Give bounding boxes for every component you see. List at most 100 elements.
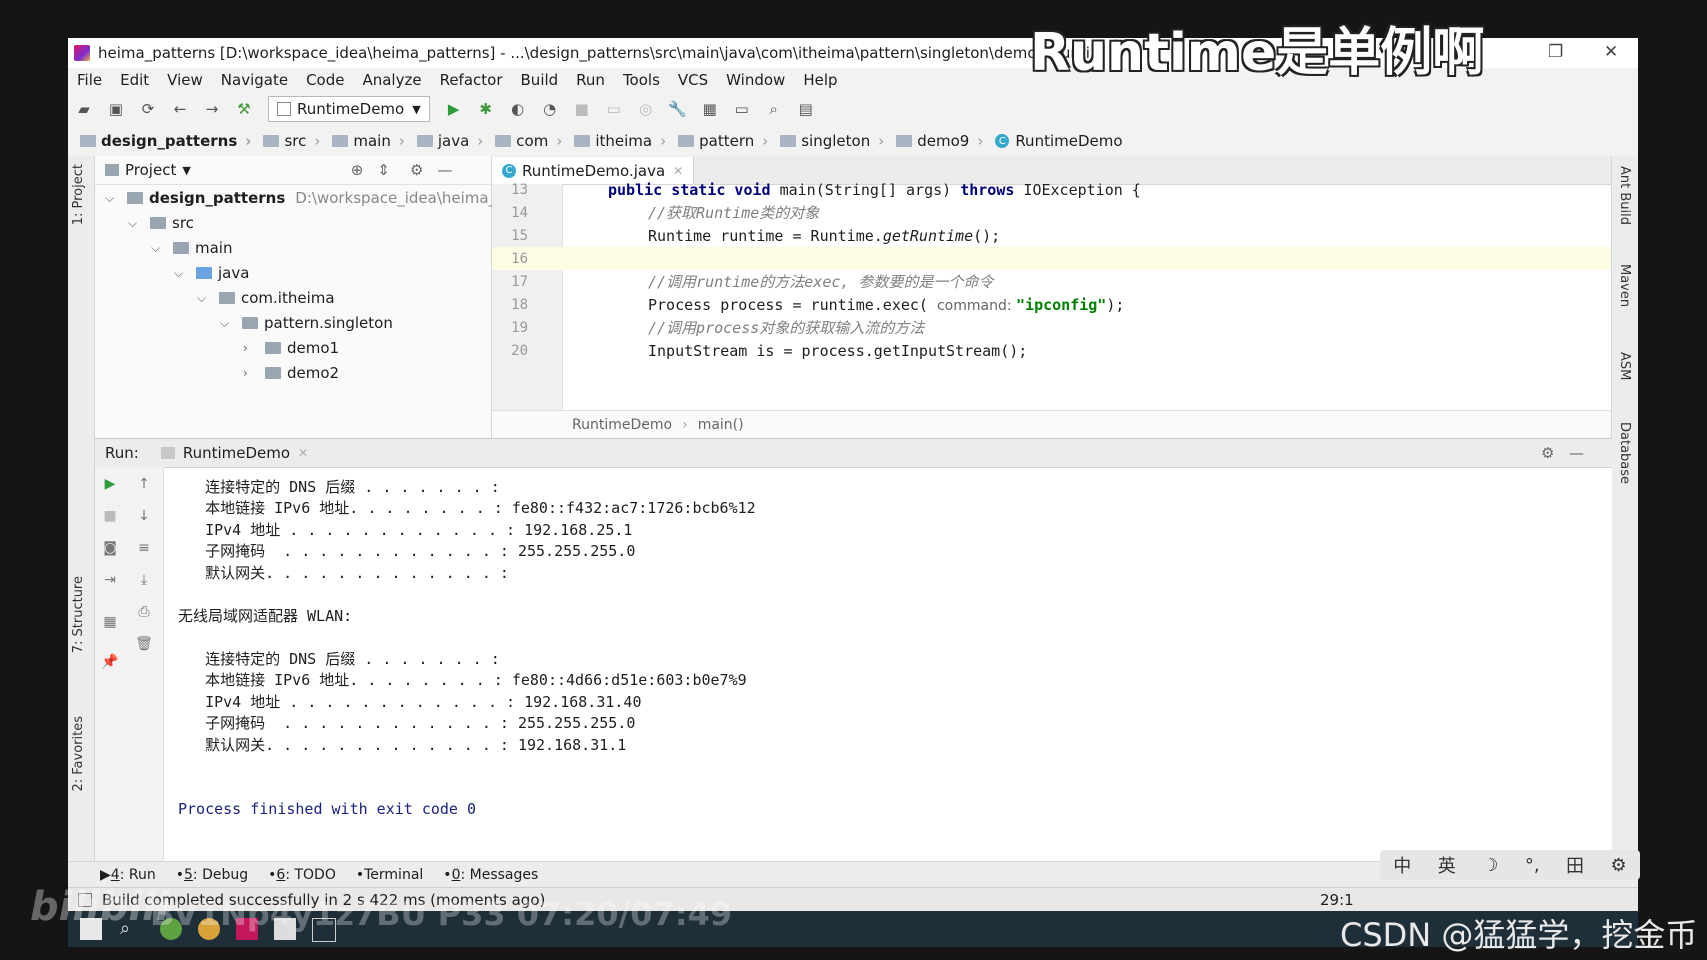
menu-build[interactable]: Build	[512, 71, 568, 89]
bottom-tab-terminal[interactable]: • Terminal	[356, 867, 423, 883]
project-structure-icon[interactable]: ▦	[701, 100, 719, 118]
tree-node[interactable]: ⌵ com.itheima	[197, 286, 335, 310]
scroll-to-end-icon[interactable]: ⤓	[135, 571, 153, 589]
restore-window-icon[interactable]: ❐	[1548, 42, 1563, 62]
ime-button[interactable]: 英	[1438, 852, 1456, 878]
update-icon[interactable]: ◎	[637, 100, 655, 118]
breadcrumb-item[interactable]: com ›	[495, 132, 562, 150]
bottom-tab-todo[interactable]: • 6: TODO	[268, 867, 336, 883]
chevron-down-icon[interactable]: ⌵	[197, 291, 209, 306]
tree-node[interactable]: ⌵ java	[174, 261, 249, 285]
breadcrumb-item[interactable]: singleton ›	[780, 132, 884, 150]
code-line[interactable]: 13 public static void main(String[] args)…	[492, 178, 1612, 201]
code-line[interactable]: 19 //调用process对象的获取输入流的方法	[492, 316, 1612, 339]
pin-icon[interactable]: 📌	[101, 653, 119, 671]
bottom-tab-run[interactable]: ▶ 4: Run	[100, 867, 156, 883]
tree-node[interactable]: ⌵ src	[128, 211, 194, 235]
breadcrumb-item[interactable]: pattern ›	[678, 132, 768, 150]
ime-button[interactable]: °,	[1525, 855, 1540, 876]
stop-icon[interactable]: ■	[573, 100, 591, 118]
close-tab-icon[interactable]: ✕	[673, 164, 683, 178]
breadcrumb-item[interactable]: java ›	[416, 132, 483, 150]
trash-icon[interactable]: 🗑	[135, 635, 153, 653]
project-side-tab[interactable]: 1: Project	[71, 164, 86, 225]
menu-file[interactable]: File	[68, 71, 111, 89]
collapse-all-icon[interactable]: ⇕	[377, 161, 390, 179]
scroll-up-icon[interactable]: ↑	[135, 475, 153, 493]
code-line[interactable]: 14 //获取Runtime类的对象	[492, 201, 1612, 224]
favorites-side-tab[interactable]: 2: Favorites	[71, 716, 86, 792]
settings-wrench-icon[interactable]: 🔧	[668, 100, 687, 118]
project-panel-title[interactable]: Project	[125, 161, 176, 179]
ime-button[interactable]: ⚙	[1611, 855, 1627, 876]
ime-button[interactable]: ☽	[1482, 855, 1498, 876]
profile-icon[interactable]: ◔	[541, 100, 559, 118]
bottom-tab-debug[interactable]: • 5: Debug	[176, 867, 248, 883]
exit-icon[interactable]: ⇥	[101, 571, 119, 589]
menu-navigate[interactable]: Navigate	[212, 71, 297, 89]
attach-icon[interactable]: ▭	[605, 100, 623, 118]
menu-analyze[interactable]: Analyze	[353, 71, 430, 89]
menu-view[interactable]: View	[158, 71, 212, 89]
search-icon[interactable]: ⌕	[765, 100, 783, 118]
menu-vcs[interactable]: VCS	[669, 71, 717, 89]
vcs-icon[interactable]: ▤	[797, 100, 815, 118]
chevron-down-icon[interactable]: ⌵	[128, 216, 140, 231]
close-window-icon[interactable]: ✕	[1604, 42, 1618, 62]
debug-icon[interactable]: ✱	[477, 100, 495, 118]
tree-node[interactable]: ⌵ main	[151, 236, 232, 260]
terminal-icon[interactable]: ▭	[733, 100, 751, 118]
build-hammer-icon[interactable]: ⚒	[235, 100, 253, 118]
menu-code[interactable]: Code	[297, 71, 353, 89]
ime-button[interactable]: 田	[1566, 852, 1584, 878]
run-tab-runtimedemo[interactable]: RuntimeDemo	[183, 444, 290, 462]
breadcrumb-item[interactable]: src ›	[263, 132, 320, 150]
code-line[interactable]: 18 Process process = runtime.exec( comman…	[492, 293, 1612, 316]
ime-button[interactable]: 中	[1393, 852, 1411, 878]
chevron-down-icon[interactable]: ⌵	[220, 316, 232, 331]
chevron-right-icon[interactable]: ›	[243, 366, 255, 380]
camera-icon[interactable]: ◙	[101, 539, 119, 557]
scroll-down-icon[interactable]: ↓	[135, 507, 153, 525]
code-line[interactable]: 20 InputStream is = process.getInputStrea…	[492, 339, 1612, 362]
breadcrumb-item[interactable]: demo9 ›	[896, 132, 983, 150]
gear-icon[interactable]: ⚙	[1541, 444, 1554, 462]
rerun-icon[interactable]: ▶	[101, 475, 119, 493]
menu-window[interactable]: Window	[717, 71, 794, 89]
menu-edit[interactable]: Edit	[111, 71, 158, 89]
menu-help[interactable]: Help	[794, 71, 846, 89]
tree-node[interactable]: ⌵ design_patterns D:\workspace_idea\heima_…	[105, 186, 536, 210]
stop-icon[interactable]: ■	[101, 507, 119, 525]
breadcrumb-item[interactable]: design_patterns ›	[80, 132, 251, 150]
code-line[interactable]: 16	[492, 247, 1612, 270]
chevron-right-icon[interactable]: ›	[243, 341, 255, 355]
coverage-icon[interactable]: ◐	[509, 100, 527, 118]
chevron-down-icon[interactable]: ▼	[182, 164, 190, 177]
locate-icon[interactable]: ⊕	[351, 161, 364, 179]
editor-crumb-class[interactable]: RuntimeDemo	[572, 417, 672, 433]
ant-build-side-tab[interactable]: Ant Build	[1617, 166, 1632, 225]
editor-crumb-method[interactable]: main()	[698, 417, 744, 433]
save-all-icon[interactable]: ▣	[107, 100, 125, 118]
code-line[interactable]: 17 //调用runtime的方法exec, 参数要的是一个命令	[492, 270, 1612, 293]
breadcrumb-item[interactable]: C RuntimeDemo	[995, 132, 1123, 150]
close-tab-icon[interactable]: ✕	[298, 446, 308, 460]
sync-icon[interactable]: ⟳	[139, 100, 157, 118]
maven-side-tab[interactable]: Maven	[1617, 264, 1632, 307]
menu-refactor[interactable]: Refactor	[431, 71, 512, 89]
console-output[interactable]: 连接特定的 DNS 后缀 . . . . . . . : 本地链接 IPv6 地…	[178, 467, 1578, 862]
cursor-position[interactable]: 29:1	[1320, 891, 1354, 909]
minimize-icon[interactable]: —	[1569, 444, 1584, 462]
menu-tools[interactable]: Tools	[614, 71, 669, 89]
forward-arrow-icon[interactable]: →	[203, 100, 221, 118]
bottom-tab-messages[interactable]: • 0: Messages	[443, 867, 538, 883]
minimize-icon[interactable]: —	[437, 161, 452, 179]
asm-side-tab[interactable]: ASM	[1617, 352, 1632, 380]
menu-run[interactable]: Run	[567, 71, 614, 89]
soft-wrap-icon[interactable]: ≡	[135, 539, 153, 557]
layout-icon[interactable]: ▦	[101, 613, 119, 631]
chevron-down-icon[interactable]: ⌵	[151, 241, 163, 256]
run-icon[interactable]: ▶	[445, 100, 463, 118]
breadcrumb-item[interactable]: main ›	[332, 132, 405, 150]
code-line[interactable]: 15 Runtime runtime = Runtime.getRuntime()…	[492, 224, 1612, 247]
